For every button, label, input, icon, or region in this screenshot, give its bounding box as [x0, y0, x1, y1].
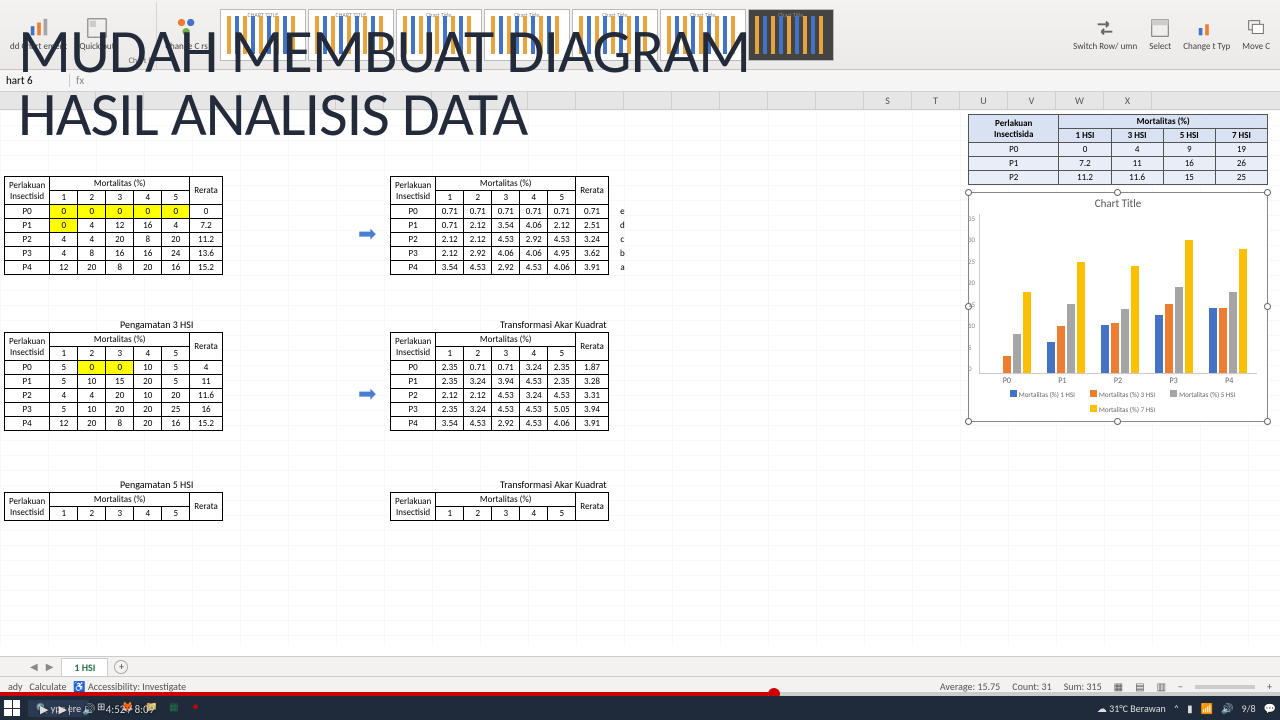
arrow-icon: ➡ [358, 380, 376, 407]
weather-widget[interactable]: ☁ 31°C Berawan [1097, 702, 1166, 715]
chart-plot-area[interactable]: 35302520151050 [979, 214, 1257, 374]
select-data-button[interactable]: Select [1145, 15, 1175, 54]
worksheet[interactable]: PerlakuanInsectisidMortalitas (%)Rerata1… [0, 110, 1280, 646]
section-title: Transformasi Akar Kuadrat [500, 318, 607, 331]
volume-icon[interactable]: 🔊 [82, 703, 96, 716]
video-controls[interactable]: ▶ ▶| 🔊 4:52 / 8:09 [40, 703, 154, 716]
nav-next-icon[interactable]: ▶ [46, 660, 54, 673]
arrow-icon: ➡ [358, 220, 376, 247]
taskbar[interactable]: 🔍 ype ere ⊞ 🦊 📁 ▦ ⏺ ☁ 31°C Berawan ˄ ▮ 📶… [0, 696, 1280, 720]
wifi-icon[interactable]: 📶 [1201, 702, 1213, 715]
switch-row-column-button[interactable]: Switch Row/ umn [1069, 15, 1141, 54]
change-chart-type-button[interactable]: Change t Typ [1179, 15, 1234, 54]
chart-legend[interactable]: Mortalitas (%) 1 HSIMortalitas (%) 3 HSI… [969, 388, 1267, 416]
sheet-tab-active[interactable]: 1 HSI [61, 658, 108, 676]
section-title: Pengamatan 5 HSI [120, 478, 193, 491]
chart-title[interactable]: Chart Title [969, 193, 1267, 214]
battery-icon[interactable]: ▮ [1187, 702, 1193, 715]
table-pengamatan-5[interactable]: PerlakuanInsectisidMortalitas (%)Rerata1… [4, 492, 223, 521]
video-title-overlay: MUDAH MEMBUAT DIAGRAM HASIL ANALISIS DAT… [18, 20, 750, 146]
section-title: Transformasi Akar Kuadrat [500, 478, 607, 491]
tray-up-icon[interactable]: ˄ [1174, 702, 1179, 715]
excel-icon[interactable]: ▦ [169, 700, 185, 716]
table-pengamatan-1[interactable]: PerlakuanInsectisidMortalitas (%)Rerata1… [4, 176, 223, 275]
chart-style-thumb[interactable]: Chart Title [748, 9, 834, 61]
new-sheet-button[interactable]: + [114, 660, 128, 674]
table-transformasi-3[interactable]: PerlakuanInsectisidMortalitas (%)Rerata1… [390, 332, 609, 431]
video-time: 4:52 / 8:09 [106, 703, 155, 716]
chart-x-labels: P0P1P2P3P4 [979, 376, 1257, 386]
table-transformasi-1[interactable]: PerlakuanInsectisidMortalitas (%)Rerata1… [390, 176, 637, 275]
section-title: Pengamatan 3 HSI [120, 318, 193, 331]
table-pengamatan-3[interactable]: PerlakuanInsectisidMortalitas (%)Rerata1… [4, 332, 223, 431]
zoom-slider[interactable] [1195, 685, 1255, 689]
clock[interactable]: 9/8 [1242, 702, 1256, 715]
notification-icon[interactable]: 💬 [1264, 702, 1276, 715]
table-transformasi-5[interactable]: PerlakuanInsectisidMortalitas (%)Rerata1… [390, 492, 609, 521]
record-icon[interactable]: ⏺ [193, 700, 209, 716]
selected-data-table[interactable]: PerlakuanInsectisidaMortalitas (%)1 HSI3… [968, 114, 1268, 185]
move-chart-button[interactable]: Move C [1238, 15, 1274, 54]
nav-prev-icon[interactable]: ◀ [30, 660, 38, 673]
chart-object[interactable]: Chart Title 35302520151050 P0P1P2P3P4 Mo… [968, 192, 1268, 422]
play-icon[interactable]: ▶ [40, 703, 48, 716]
sheet-tabs[interactable]: ◀ ▶ 1 HSI + [0, 656, 1280, 676]
volume-tray-icon[interactable]: 🔊 [1221, 702, 1233, 715]
start-button[interactable] [4, 700, 20, 716]
next-icon[interactable]: ▶| [58, 703, 72, 716]
